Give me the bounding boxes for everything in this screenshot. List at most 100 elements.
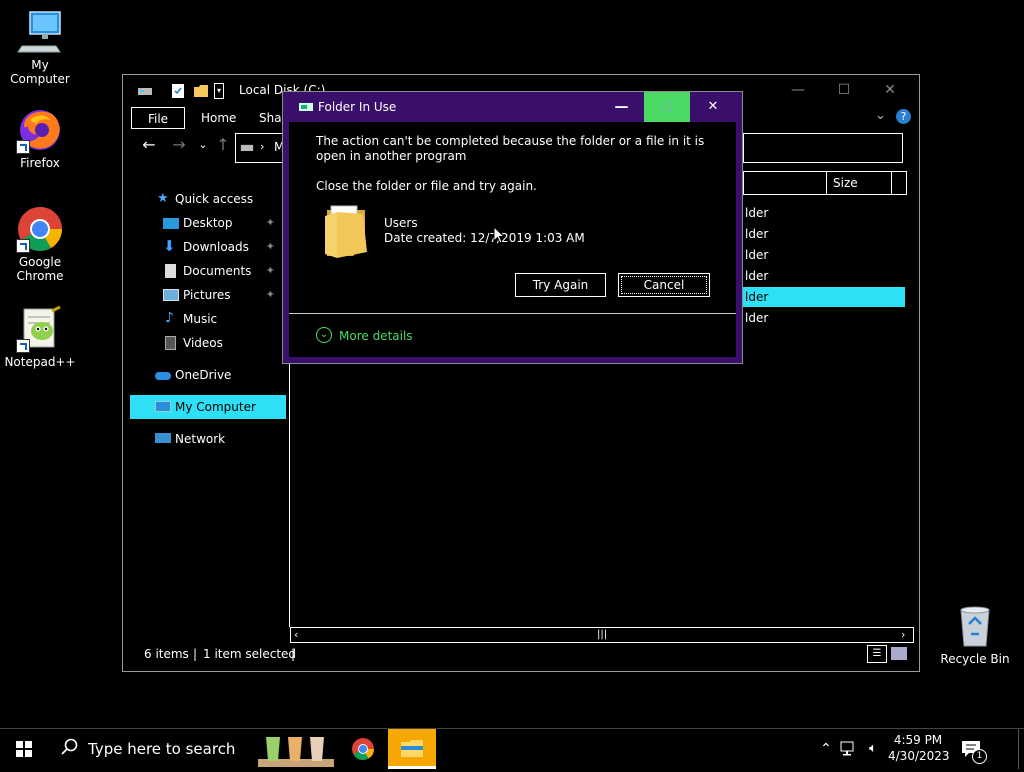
forward-button[interactable]: → [169,135,189,155]
desktop-icon-firefox[interactable]: Firefox [0,106,80,170]
column-header-size[interactable]: Size [826,171,892,195]
nav-music[interactable]: ♪ Music [123,307,279,331]
music-icon: ♪ [165,310,174,326]
pin-icon[interactable]: ✦ [266,235,275,259]
network-icon [155,433,171,443]
desktop-icon-label: Google Chrome [16,255,64,283]
search-highlights-icon[interactable] [256,729,336,769]
firefox-icon [16,106,64,154]
dialog-title: Folder In Use [318,100,397,114]
shortcut-arrow-icon [16,239,30,253]
folder-icon [323,202,369,263]
table-row[interactable]: lder [743,266,905,286]
properties-icon[interactable] [171,83,185,102]
tab-file[interactable]: File [131,107,185,129]
horizontal-scrollbar[interactable]: ‹ ||| › [290,627,914,643]
desktop-icon-notepadpp[interactable]: Notepad++ [0,305,80,369]
close-button[interactable]: ✕ [867,75,913,105]
pin-icon[interactable]: ✦ [266,283,275,307]
videos-icon [165,336,176,350]
pin-icon[interactable]: ✦ [266,259,275,283]
show-desktop-button[interactable] [1018,729,1024,769]
dialog-minimize-button[interactable]: — [599,92,644,122]
pin-icon[interactable]: ✦ [266,211,275,235]
nav-my-computer[interactable]: My Computer [130,395,286,419]
scroll-left-icon[interactable]: ‹ [294,628,298,642]
mouse-cursor-icon [493,225,506,247]
start-button[interactable] [0,729,48,769]
desktop-icon-label: Recycle Bin [940,652,1010,666]
nav-downloads[interactable]: ⬇ Downloads ✦ [123,235,279,259]
clock-time: 4:59 PM [893,733,943,747]
maximize-button[interactable]: ☐ [821,75,867,105]
clock-date: 4/30/2023 [888,749,950,763]
scroll-right-icon[interactable]: › [901,628,905,642]
taskbar-chrome[interactable] [340,729,386,769]
desktop-icon-label: Notepad++ [4,355,76,369]
recycle-bin-icon [951,602,999,650]
action-center-button[interactable]: 1 [956,729,987,769]
minimize-button[interactable]: — [775,75,821,105]
table-row[interactable]: lder [743,245,905,265]
help-icon[interactable]: ? [896,109,911,124]
status-divider: | [291,647,296,661]
dialog-titlebar[interactable]: Folder In Use — ☐ ✕ [283,92,742,122]
nav-onedrive[interactable]: OneDrive [123,363,279,387]
table-row[interactable]: lder [743,224,905,244]
try-again-button[interactable]: Try Again [515,273,606,297]
nav-quick-access[interactable]: ★ Quick access [123,187,279,211]
table-row[interactable]: lder [743,308,905,328]
pictures-icon [163,289,179,301]
taskbar: Type here to search ⌃ 🔈︎ 4:59 PM 4/30/20… [0,728,1024,769]
column-header-extra[interactable] [891,171,907,195]
notepadpp-icon [16,305,64,353]
dialog-maximize-button[interactable]: ☐ [644,92,690,122]
desktop-icon-label: Firefox [20,156,60,170]
volume-tray-icon[interactable]: 🔈︎ [862,729,884,769]
chrome-icon [16,205,64,253]
expand-ribbon-icon[interactable]: ⌄ [875,108,886,123]
nav-documents[interactable]: Documents ✦ [123,259,279,283]
taskbar-search-box[interactable]: Type here to search [48,729,256,769]
recent-locations-button[interactable]: ⌄ [193,135,213,155]
documents-icon [165,264,176,278]
new-folder-icon[interactable] [193,84,209,101]
expand-details-icon[interactable]: ⌄ [316,327,332,343]
table-row-selected[interactable]: lder [743,287,905,307]
table-row[interactable]: lder [743,203,905,223]
desktop-icon-recycle-bin[interactable]: Recycle Bin [935,602,1015,666]
desktop-icon-my-computer[interactable]: My Computer [0,8,80,86]
windows-logo-icon [16,741,32,757]
large-icons-view-icon[interactable] [891,647,907,660]
more-details-link[interactable]: More details [339,329,413,343]
nav-network[interactable]: Network [123,427,279,451]
search-placeholder: Type here to search [88,740,236,758]
taskbar-file-explorer[interactable] [388,729,436,769]
downloads-icon: ⬇ [163,237,176,255]
notification-count-badge: 1 [972,749,987,764]
dialog-instruction: Close the folder or file and try again. [316,179,537,193]
cancel-button[interactable]: Cancel [618,273,710,297]
folder-in-use-dialog[interactable]: Folder In Use — ☐ ✕ The action can't be … [282,91,743,364]
network-tray-icon[interactable] [838,729,860,769]
desktop-icon-chrome[interactable]: Google Chrome [0,205,80,283]
show-hidden-icons-button[interactable]: ⌃ [816,729,836,769]
column-header-type[interactable] [743,171,827,195]
scroll-thumb-grip-icon[interactable]: ||| [597,628,607,642]
nav-desktop[interactable]: Desktop ✦ [123,211,279,235]
search-box[interactable] [743,133,903,163]
status-item-count: 6 items [144,647,189,661]
nav-pictures[interactable]: Pictures ✦ [123,283,279,307]
dialog-close-button[interactable]: ✕ [690,92,736,122]
back-button[interactable]: ← [139,135,159,155]
customize-toolbar-icon[interactable]: ▾ [214,83,224,99]
breadcrumb-chevron-icon: › [260,140,265,153]
nav-videos[interactable]: Videos [123,331,279,355]
folder-name: Users [384,216,418,230]
computer-icon [16,8,64,56]
tab-home[interactable]: Home [201,107,236,129]
dialog-app-icon [298,101,314,116]
clock[interactable]: 4:59 PM 4/30/2023 [888,729,950,769]
up-button[interactable]: ↑ [213,135,233,155]
details-view-icon[interactable]: ☰ [867,645,887,663]
